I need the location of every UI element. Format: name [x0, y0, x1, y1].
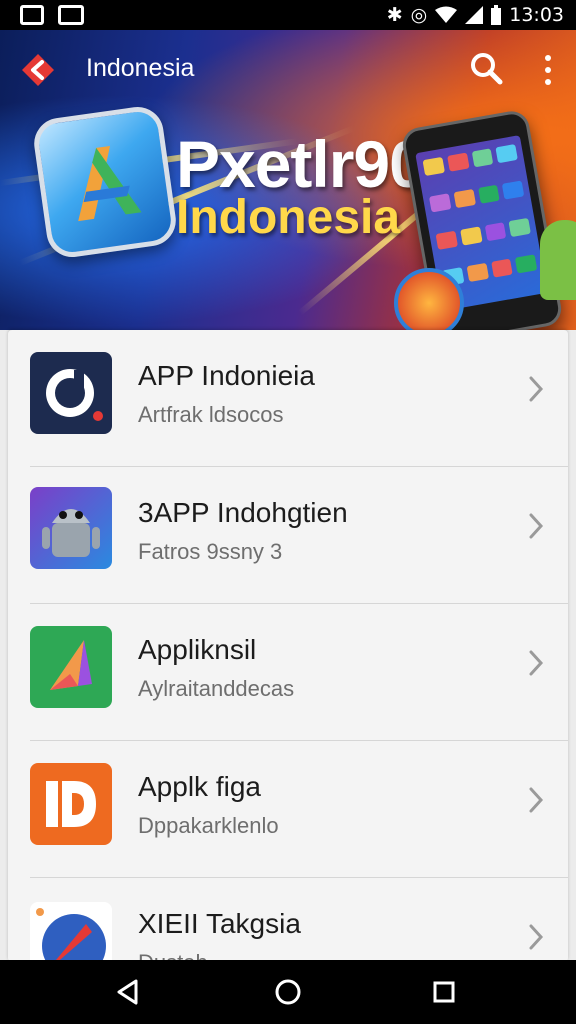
chevron-right-icon — [529, 376, 544, 402]
wifi-icon — [435, 6, 458, 23]
chevron-right-icon — [529, 650, 544, 676]
app-subtitle: Dppakarklenlo — [138, 813, 279, 838]
search-icon — [471, 53, 503, 85]
recents-square-icon[interactable] — [428, 976, 460, 1008]
status-bar: ✱ ◎ 13:03 — [0, 0, 576, 30]
chevron-right-icon — [529, 924, 544, 950]
android-illustration — [540, 220, 576, 300]
chevron-right-icon — [529, 513, 544, 539]
app-subtitle: Aylraitanddecas — [138, 676, 295, 701]
list-item[interactable]: APP Indonieia Artfrak ldsocos — [8, 330, 568, 467]
navigation-bar — [0, 960, 576, 1024]
android-robot-icon — [30, 487, 112, 569]
app-name: Appliknsil — [138, 634, 257, 665]
list-item[interactable]: Appliknsil Aylraitanddecas — [8, 604, 568, 741]
photo-icon — [20, 5, 44, 25]
hero-logo — [30, 103, 180, 261]
list-item[interactable]: 3APP Indohgtien Fatros 9ssny 3 — [8, 467, 568, 604]
signal-icon — [465, 6, 484, 24]
paper-plane-icon — [30, 626, 112, 708]
chevron-right-icon — [529, 787, 544, 813]
app-subtitle: Fatros 9ssny 3 — [138, 539, 283, 564]
app-list: APP Indonieia Artfrak ldsocos 3APP Indoh… — [8, 330, 568, 962]
app-screen: ✱ ◎ 13:03 Indonesia Pxetlr90 Indonesia A… — [0, 0, 576, 1024]
app-name: Applk figa — [138, 771, 261, 802]
hero-subtitle: Indonesia — [176, 191, 401, 244]
id-logo-icon — [30, 763, 112, 845]
app-name: APP Indonieia — [138, 360, 315, 391]
status-time: 13:03 — [509, 4, 564, 26]
list-item[interactable]: XIEII Takgsia Dustah — [8, 878, 568, 962]
back-button[interactable] — [20, 52, 56, 88]
app-name: 3APP Indohgtien — [138, 497, 348, 528]
list-item[interactable]: Applk figa Dppakarklenlo — [8, 741, 568, 878]
home-circle-icon[interactable] — [272, 976, 304, 1008]
app-subtitle: Artfrak ldsocos — [138, 402, 284, 427]
header-title: Indonesia — [86, 54, 195, 82]
header-banner: Indonesia Pxetlr90 Indonesia — [0, 30, 576, 330]
search-button[interactable] — [468, 50, 504, 86]
image-icon — [58, 5, 84, 25]
app-name: XIEII Takgsia — [138, 908, 301, 939]
alarm-icon: ◎ — [410, 4, 428, 26]
app-logo-navy-icon — [30, 352, 112, 434]
battery-icon — [491, 5, 502, 25]
rocket-icon — [30, 902, 112, 962]
bluetooth-icon: ✱ — [386, 4, 403, 26]
back-triangle-icon[interactable] — [112, 976, 144, 1008]
back-arrow-icon — [22, 54, 54, 86]
star-badge-illustration — [394, 268, 464, 330]
more-vert-icon[interactable] — [536, 52, 560, 88]
